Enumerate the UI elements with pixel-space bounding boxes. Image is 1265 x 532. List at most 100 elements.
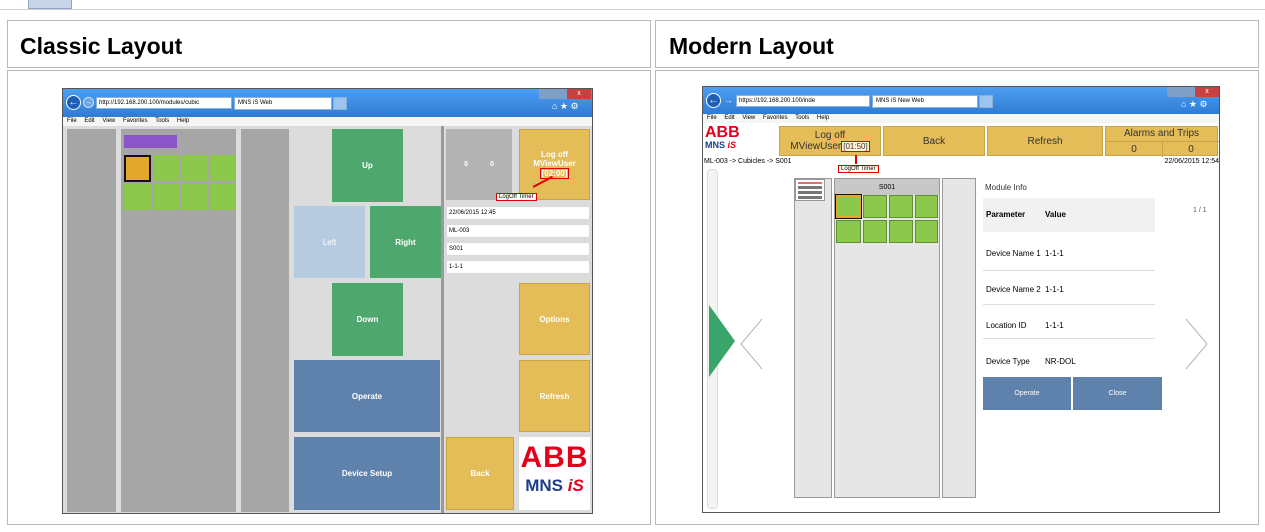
home-star-gear-icons[interactable]: ⌂ ★ ⚙ — [1181, 99, 1208, 110]
address-url: http://192.168.200.100/modules/cubic — [99, 100, 200, 106]
menu-file[interactable]: File — [707, 115, 717, 121]
close-window-button[interactable]: x — [567, 89, 591, 99]
back-button[interactable]: Back — [446, 437, 514, 510]
mini-overview-row — [798, 186, 822, 189]
previous-triangle-icon[interactable] — [709, 305, 735, 377]
down-button[interactable]: Down — [332, 283, 403, 356]
menu-help[interactable]: Help — [817, 115, 829, 121]
back-arrow-icon[interactable]: ← — [66, 95, 81, 110]
module[interactable] — [889, 220, 913, 243]
alarm-count: 0 — [1131, 144, 1137, 155]
module[interactable] — [210, 184, 235, 210]
module[interactable] — [915, 220, 938, 243]
cubicle-label: S001 — [835, 179, 939, 195]
menu-tools[interactable]: Tools — [795, 115, 809, 121]
modern-ie-titlebar: ← → https://192.168.200.100/inde MNS iS … — [703, 87, 1219, 114]
right-chevron-icon[interactable] — [1185, 318, 1209, 375]
cubicle-column-3[interactable] — [942, 178, 976, 498]
options-button[interactable]: Options — [519, 283, 590, 355]
forward-arrow-icon[interactable]: → — [724, 95, 733, 105]
mini-overview-row — [798, 196, 822, 199]
menu-tools[interactable]: Tools — [155, 118, 169, 124]
module[interactable] — [210, 155, 235, 181]
module[interactable] — [863, 220, 887, 243]
classic-layout-heading: Classic Layout — [20, 33, 183, 59]
operate-button[interactable]: Operate — [294, 360, 440, 432]
address-bar[interactable]: http://192.168.200.100/modules/cubic — [96, 97, 232, 109]
info-lineup: ML-003 — [446, 224, 590, 238]
operate-label: Operate — [351, 391, 383, 401]
info-row: Device Type NR-DOL — [983, 343, 1155, 373]
classic-ie-titlebar: ← → http://192.168.200.100/modules/cubic… — [63, 89, 592, 117]
module-selected[interactable] — [835, 194, 862, 219]
back-label: Back — [470, 469, 490, 478]
menu-help[interactable]: Help — [177, 118, 189, 124]
row-param: Device Type — [986, 357, 1030, 366]
operate-button[interactable]: Operate — [983, 377, 1071, 410]
module[interactable] — [889, 195, 913, 218]
close-button[interactable]: Close — [1073, 377, 1162, 410]
logoff-button[interactable]: Log off MViewUser [01:50] — [779, 126, 881, 156]
modern-page: ABB MNS iS Log off MViewUser [01:50] LogO… — [703, 123, 1219, 512]
home-star-gear-icons[interactable]: ⌂ ★ ⚙ — [552, 101, 579, 112]
logoff-tooltip: LogOff Timer — [496, 193, 537, 201]
cubicle-column-1[interactable] — [794, 178, 832, 498]
classic-menubar: File Edit View Favorites Tools Help — [63, 117, 592, 126]
cabinet-column-1[interactable] — [67, 129, 116, 512]
menu-edit[interactable]: Edit — [84, 118, 94, 124]
menu-file[interactable]: File — [67, 118, 77, 124]
close-window-button[interactable]: x — [1195, 87, 1219, 97]
row-value: 1-1-1 — [1045, 285, 1064, 294]
info-row: Device Name 1 1-1-1 — [983, 241, 1155, 271]
logoff-user-line: MViewUser [01:50] — [780, 141, 880, 152]
counter-a: 0 — [464, 161, 468, 168]
abb-logo-text: ABB — [520, 441, 589, 474]
refresh-button[interactable]: Refresh — [987, 126, 1103, 156]
info-table-header: Parameter Value — [983, 198, 1155, 232]
right-button[interactable]: Right — [370, 206, 441, 278]
menu-edit[interactable]: Edit — [724, 115, 734, 121]
back-button[interactable]: Back — [883, 126, 985, 156]
menu-favorites[interactable]: Favorites — [123, 118, 148, 124]
cubicle-column-2[interactable]: S001 — [834, 178, 940, 498]
module[interactable] — [182, 184, 208, 210]
logoff-timer: [01:50] — [841, 141, 870, 152]
cabinet-column-2[interactable] — [121, 129, 236, 512]
module-selected[interactable] — [124, 155, 151, 182]
browser-tab[interactable]: MNS iS Web — [234, 97, 332, 110]
info-module: 1-1-1 — [446, 260, 590, 274]
back-arrow-icon[interactable]: ← — [706, 93, 721, 108]
module[interactable] — [863, 195, 887, 218]
new-tab-button[interactable] — [979, 95, 993, 108]
address-url: https://192.168.200.100/inde — [739, 98, 816, 104]
browser-tab[interactable]: MNS iS New Web — [872, 95, 978, 108]
new-tab-button[interactable] — [333, 97, 347, 110]
logoff-button[interactable]: Log off MViewUser [02:00] — [519, 129, 590, 200]
info-row: Location ID 1-1-1 — [983, 309, 1155, 339]
module[interactable] — [154, 155, 180, 181]
row-param: Device Name 1 — [986, 249, 1041, 258]
device-setup-button[interactable]: Device Setup — [294, 437, 440, 510]
module[interactable] — [915, 195, 938, 218]
module[interactable] — [182, 155, 208, 181]
alarms-trips-button[interactable]: Alarms and Trips 0 0 — [1105, 126, 1219, 157]
menu-view[interactable]: View — [742, 115, 755, 121]
mini-overview-row — [798, 191, 822, 194]
module[interactable] — [836, 220, 861, 243]
address-bar[interactable]: https://192.168.200.100/inde — [736, 95, 870, 107]
module[interactable] — [154, 184, 180, 210]
left-button[interactable]: Left — [294, 206, 365, 278]
menu-view[interactable]: View — [102, 118, 115, 124]
cabinet-column-3[interactable] — [241, 129, 289, 512]
pagination: 1 / 1 — [1193, 207, 1207, 214]
menu-favorites[interactable]: Favorites — [763, 115, 788, 121]
module[interactable] — [124, 184, 151, 210]
module-info-heading: Module Info — [985, 183, 1027, 192]
left-chevron-icon[interactable] — [739, 318, 763, 375]
window-controls[interactable]: x — [539, 89, 591, 99]
up-button[interactable]: Up — [332, 129, 403, 202]
forward-arrow-icon[interactable]: → — [83, 97, 94, 108]
refresh-button[interactable]: Refresh — [519, 360, 590, 432]
window-controls[interactable]: x — [1167, 87, 1219, 97]
modern-menubar: File Edit View Favorites Tools Help — [703, 114, 1219, 123]
